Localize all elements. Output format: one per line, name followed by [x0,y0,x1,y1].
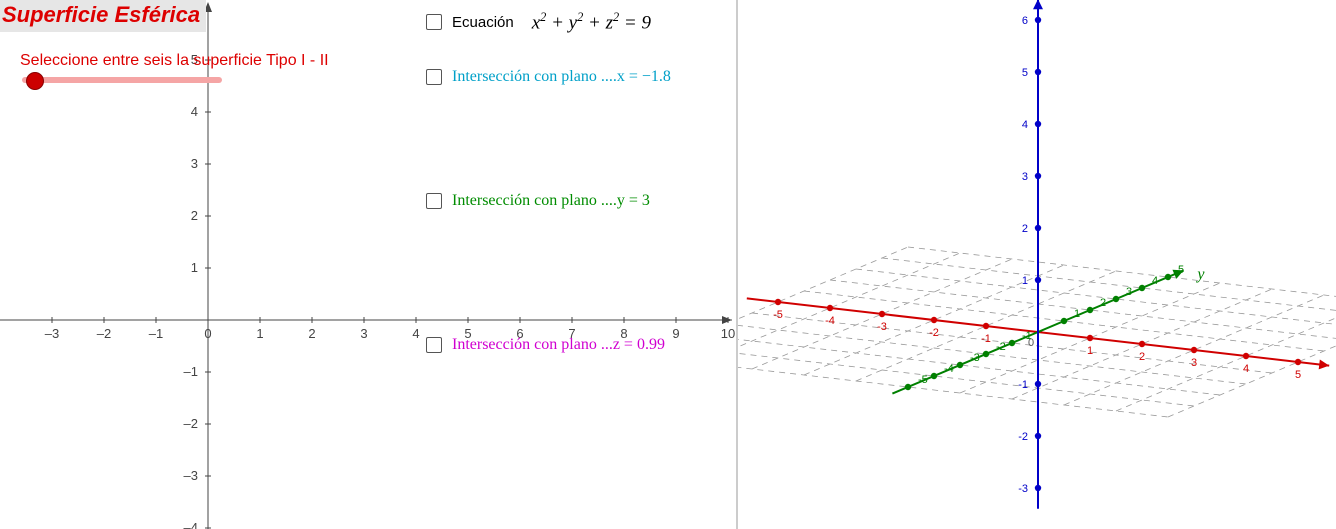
svg-text:-5: -5 [773,309,783,321]
svg-text:-2: -2 [996,341,1006,353]
svg-text:2: 2 [1022,223,1028,235]
svg-text:-4: -4 [825,315,835,327]
svg-text:0: 0 [1028,337,1034,349]
svg-text:5: 5 [1022,67,1028,79]
svg-text:3: 3 [1191,357,1197,369]
svg-text:–1: –1 [149,326,163,341]
svg-text:6: 6 [1022,15,1028,27]
checkbox-plane-x[interactable] [426,69,442,85]
option-plane-z: Intersección con plano ...z = 0.99 [426,336,665,354]
svg-text:-3: -3 [970,352,980,364]
svg-text:-3: -3 [1018,483,1028,495]
slider-track [22,77,222,83]
svg-text:-1: -1 [981,333,991,345]
instruction-text: Seleccione entre seis la superficie Tipo… [20,52,329,70]
option-plane-x: Intersección con plano ....x = −1.8 [426,68,671,86]
svg-text:4: 4 [191,104,198,119]
svg-text:3: 3 [191,156,198,171]
svg-text:4: 4 [412,326,419,341]
option-equation: Ecuación x2 + y2 + z2 = 9 [426,10,651,34]
svg-text:–3: –3 [184,468,198,483]
svg-text:5: 5 [1295,369,1301,381]
svg-text:-5: -5 [918,374,928,386]
svg-text:4: 4 [1243,363,1249,375]
svg-text:–3: –3 [45,326,59,341]
svg-text:9: 9 [672,326,679,341]
svg-text:10: 10 [721,326,735,341]
svg-text:2: 2 [1139,351,1145,363]
svg-text:-2: -2 [929,327,939,339]
formula-equation: x2 + y2 + z2 = 9 [532,10,651,34]
option-plane-y: Intersección con plano ....y = 3 [426,192,650,210]
svg-text:1: 1 [1074,308,1080,320]
surface-type-slider[interactable] [22,73,224,87]
svg-text:y: y [1195,266,1205,283]
svg-text:–2: –2 [184,416,198,431]
svg-text:3: 3 [1126,286,1132,298]
checkbox-plane-z[interactable] [426,337,442,353]
svg-text:3: 3 [1022,171,1028,183]
svg-text:4: 4 [1022,119,1028,131]
svg-text:–4: –4 [184,520,198,529]
checkbox-plane-y[interactable] [426,193,442,209]
svg-text:–1: –1 [184,364,198,379]
svg-text:-4: -4 [944,363,954,375]
svg-text:1: 1 [1022,275,1028,287]
svg-text:1: 1 [1087,345,1093,357]
svg-text:2: 2 [191,208,198,223]
label-plane-x: Intersección con plano ....x = −1.8 [452,68,671,86]
label-equation: Ecuación [452,14,514,31]
svg-text:1: 1 [256,326,263,341]
svg-text:3: 3 [360,326,367,341]
title-box: Superficie Esférica [0,0,206,32]
checkbox-equation[interactable] [426,14,442,30]
svg-text:–2: –2 [97,326,111,341]
svg-text:1: 1 [191,260,198,275]
svg-text:2: 2 [308,326,315,341]
svg-text:5: 5 [1178,264,1184,276]
svg-text:-3: -3 [877,321,887,333]
svg-text:4: 4 [1152,275,1158,287]
svg-text:0: 0 [204,326,211,341]
panel-2d: –3–2–1012345678910–4–3–2–112345 Superfic… [0,0,738,529]
panel-3d: -5-4-3-2-112345x-5-4-3-2-112345y-3-2-112… [738,0,1336,529]
label-plane-y: Intersección con plano ....y = 3 [452,192,650,210]
svg-text:-1: -1 [1018,379,1028,391]
svg-text:2: 2 [1100,297,1106,309]
slider-thumb[interactable] [26,72,44,90]
svg-text:-2: -2 [1018,431,1028,443]
label-plane-z: Intersección con plano ...z = 0.99 [452,336,665,354]
page-title: Superficie Esférica [2,2,200,27]
